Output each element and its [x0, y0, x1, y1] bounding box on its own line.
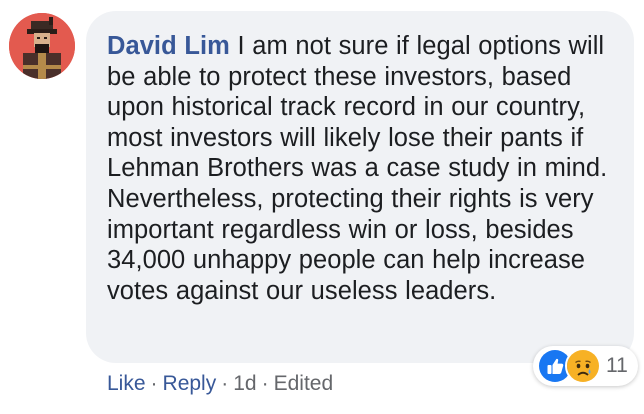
action-separator: ·	[150, 372, 158, 395]
action-separator: ·	[261, 372, 269, 395]
comment-text: I am not sure if legal options will be a…	[107, 32, 608, 305]
timestamp[interactable]: 1d	[233, 372, 256, 395]
comment-actions: Like · Reply · 1d · Edited	[107, 370, 333, 398]
edited-label[interactable]: Edited	[274, 372, 334, 395]
sad-icon	[565, 348, 601, 384]
avatar[interactable]	[9, 13, 75, 79]
avatar-image	[9, 13, 75, 79]
comment: David Lim I am not sure if legal options…	[0, 0, 644, 414]
like-link[interactable]: Like	[107, 372, 146, 395]
comment-bubble: David Lim I am not sure if legal options…	[86, 11, 634, 363]
author-name-link[interactable]: David Lim	[107, 32, 230, 60]
reaction-count: 11	[606, 354, 628, 377]
comment-body: David Lim I am not sure if legal options…	[107, 31, 616, 306]
reply-link[interactable]: Reply	[163, 372, 217, 395]
action-separator: ·	[221, 372, 229, 395]
reactions-summary[interactable]: 11	[533, 346, 638, 386]
